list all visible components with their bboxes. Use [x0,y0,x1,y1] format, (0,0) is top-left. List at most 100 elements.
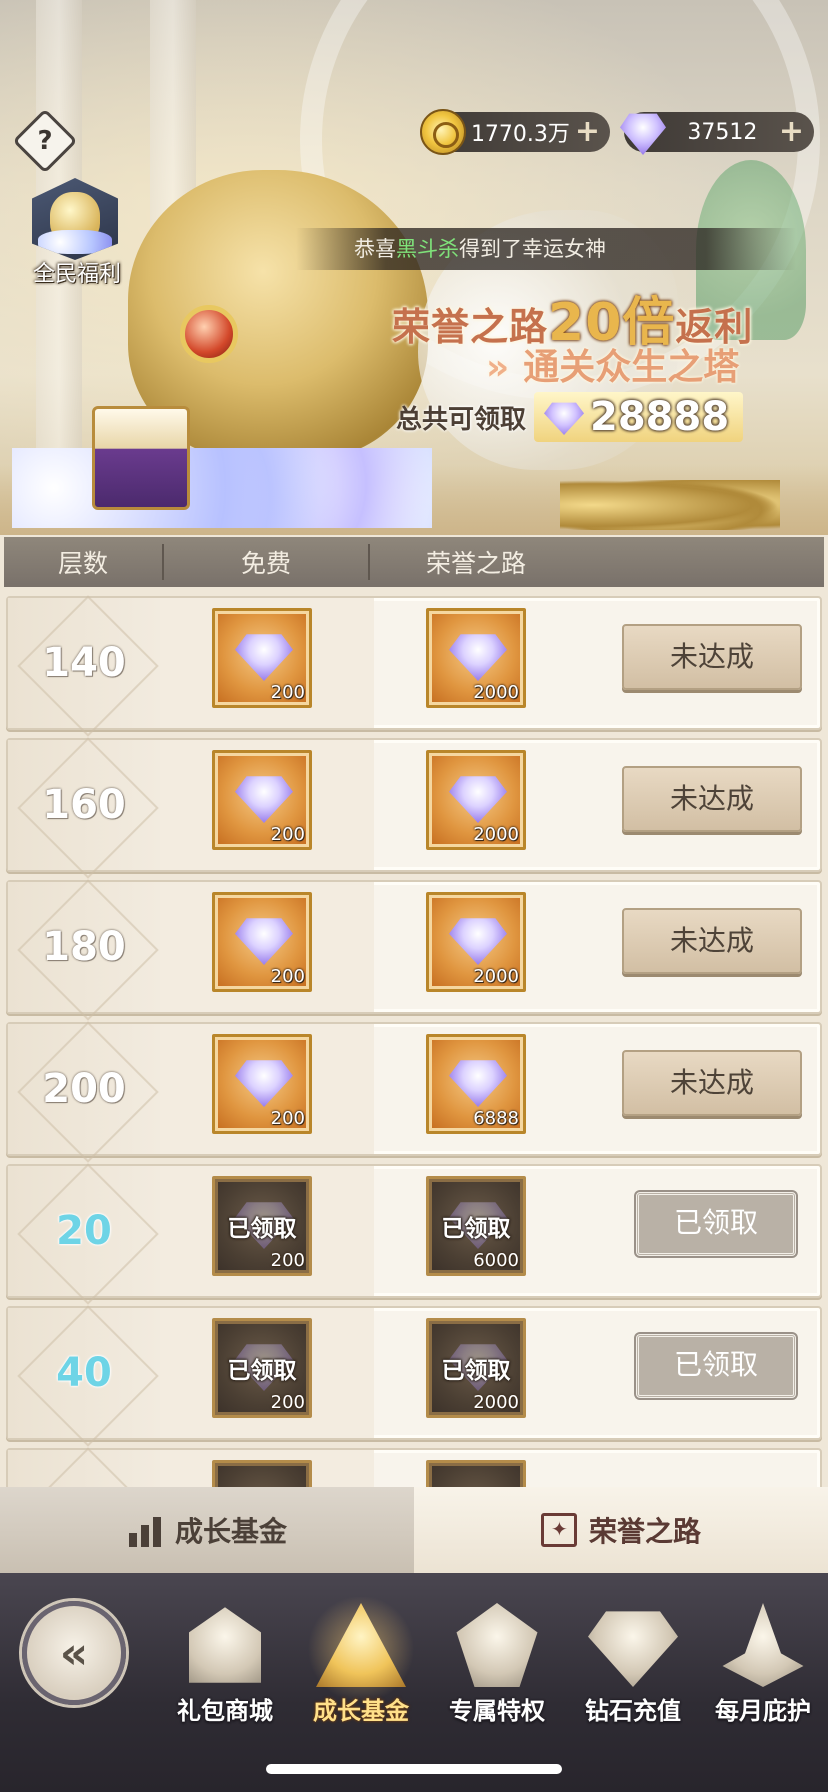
claimed-button[interactable]: 已领取 [636,1334,796,1398]
bottom-navigation: « 礼包商城 成长基金 专属特权 钻石充值 每月庇护 [0,1573,828,1792]
double-chevron-icon: » [486,347,510,388]
floor-cell: 140 [8,598,160,728]
floor-cell: 20 [8,1166,160,1296]
diamond-icon [449,1060,507,1107]
nav-diamond-recharge[interactable]: 钻石充值 [568,1593,698,1733]
honor-reward-slot[interactable]: 已领取 6000 [426,1176,526,1276]
floor-number: 200 [42,1066,126,1112]
reward-list[interactable]: 140 200 2000 未达成 160 200 2000 未达成 180 20… [0,590,828,1487]
privilege-icon [456,1603,538,1687]
diamond-icon [544,402,585,435]
table-row: 40 已领取 200 已领取 2000 已领取 [6,1306,822,1440]
floor-cell: 40 [8,1308,160,1438]
diamond-pile-illustration [12,448,432,528]
claimed-button[interactable]: 已领取 [636,1192,796,1256]
back-arrow-icon: « [59,1627,89,1679]
claimed-stamp: 已领取 [227,1358,297,1384]
diamond-icon [235,1060,293,1107]
honor-reward-slot[interactable]: 2000 [426,750,526,850]
floor-cell: 200 [8,1024,160,1154]
welfare-bag-icon [32,178,118,260]
gold-amount: 1770.3万 [470,122,570,147]
free-reward-slot[interactable]: 200 [212,1034,312,1134]
honor-reward-slot[interactable]: 已领取 2000 [426,1318,526,1418]
gold-coins-illustration [560,480,780,530]
diamond-icon [449,634,507,681]
fund-tabs: 成长基金 荣誉之路 [0,1487,828,1573]
nav-label: 专属特权 [449,1697,545,1725]
not-reached-button[interactable]: 未达成 [622,1050,802,1116]
bar-chart-icon [126,1513,163,1547]
nav-label: 礼包商城 [177,1697,273,1725]
back-button[interactable]: « [22,1601,126,1705]
promo-total-label: 总共可领取 [396,404,527,435]
gift-shop-icon [189,1607,261,1683]
nav-label: 钻石充值 [585,1697,681,1725]
honor-reward-slot[interactable] [426,1460,526,1487]
add-gold-button[interactable]: + [575,117,600,147]
header-honor-road: 荣誉之路 [368,544,582,580]
nav-growth-fund[interactable]: 成长基金 [296,1593,426,1733]
honor-scroll-icon [540,1513,577,1547]
nav-exclusive-privilege[interactable]: 专属特权 [432,1593,562,1733]
honor-reward-slot[interactable]: 2000 [426,608,526,708]
reward-quantity: 2000 [473,824,519,845]
promo-subtitle-text: 通关众生之塔 [523,347,740,388]
diamond-recharge-icon [588,1611,678,1687]
tab-label: 荣誉之路 [588,1515,701,1548]
free-reward-slot[interactable]: 已领取 200 [212,1318,312,1418]
floor-number: 160 [42,782,126,828]
home-indicator[interactable] [266,1764,562,1774]
treasure-chest-icon [92,406,190,510]
diamond-icon [449,918,507,965]
diamond-icon [235,776,293,823]
diamond-amount: 37512 [687,119,758,145]
table-row: 20 已领取 200 已领取 6000 已领取 [6,1164,822,1298]
floor-number: 20 [56,1208,112,1254]
table-row: 180 200 2000 未达成 [6,880,822,1014]
tab-growth-fund[interactable]: 成长基金 [0,1487,414,1573]
not-reached-button[interactable]: 未达成 [622,766,802,832]
claimed-stamp: 已领取 [441,1358,511,1384]
gold-coin-icon [420,109,466,155]
monthly-protection-icon [722,1603,804,1687]
header-floor: 层数 [57,549,108,578]
floor-cell: 160 [8,740,160,870]
add-diamond-button[interactable]: + [779,117,804,147]
free-reward-slot[interactable]: 200 [212,750,312,850]
announcement-ticker: 恭喜黑斗杀得到了幸运女神 [296,228,796,270]
nav-monthly-protection[interactable]: 每月庇护 [698,1593,828,1733]
promo-total: 总共可领取 28888 [396,392,744,442]
claimed-stamp: 已领取 [227,1216,297,1242]
not-reached-button[interactable]: 未达成 [622,624,802,690]
table-row-partial [6,1448,822,1487]
honor-reward-slot[interactable]: 2000 [426,892,526,992]
floor-number: 40 [56,1350,112,1396]
reward-table-header: 层数 免费 荣誉之路 [4,537,824,587]
reward-quantity: 200 [270,1392,305,1413]
reward-quantity: 200 [270,1108,305,1129]
free-reward-slot[interactable] [212,1460,312,1487]
reward-quantity: 6888 [473,1108,519,1129]
tab-honor-road[interactable]: 荣誉之路 [414,1487,828,1573]
floor-cell [8,1450,160,1487]
notice-suffix: 得到了幸运女神 [459,237,606,261]
diamond-icon [235,918,293,965]
notice-prefix: 恭喜 [354,237,396,261]
free-reward-slot[interactable]: 200 [212,608,312,708]
tab-label: 成长基金 [174,1515,287,1548]
welfare-button[interactable]: 全民福利 [22,178,132,288]
not-reached-button[interactable]: 未达成 [622,908,802,974]
free-reward-slot[interactable]: 200 [212,892,312,992]
honor-reward-slot[interactable]: 6888 [426,1034,526,1134]
nav-label: 每月庇护 [715,1697,811,1725]
floor-cell: 180 [8,882,160,1012]
nav-gift-shop[interactable]: 礼包商城 [160,1593,290,1733]
free-reward-slot[interactable]: 已领取 200 [212,1176,312,1276]
promo-total-box: 28888 [534,392,744,442]
table-row: 200 200 6888 未达成 [6,1022,822,1156]
reward-quantity: 2000 [473,1392,519,1413]
reward-quantity: 2000 [473,682,519,703]
diamond-icon [449,776,507,823]
floor-number: 140 [42,640,126,686]
